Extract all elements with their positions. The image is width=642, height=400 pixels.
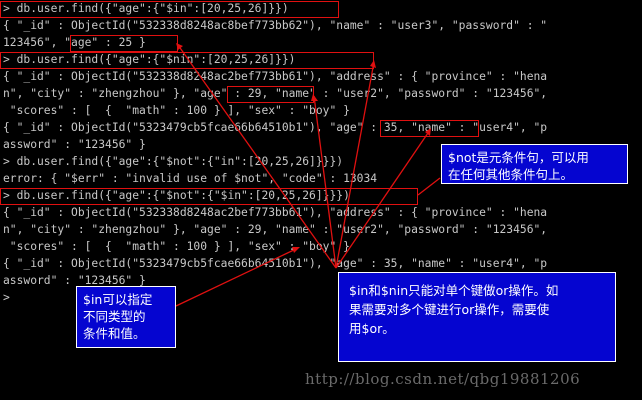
note-in-nin-or: $in和$nin只能对单个键做or操作。如 果需要对多个键进行or操作，需要使 …: [338, 272, 616, 362]
note-in-types: $in可以指定 不同类型的 条件和值。: [76, 286, 176, 348]
note-not-meta-operator: $not是元条件句，可以用 在任何其他条件句上。: [441, 144, 628, 184]
watermark-url: http://blog.csdn.net/qbg19881206: [305, 370, 581, 388]
